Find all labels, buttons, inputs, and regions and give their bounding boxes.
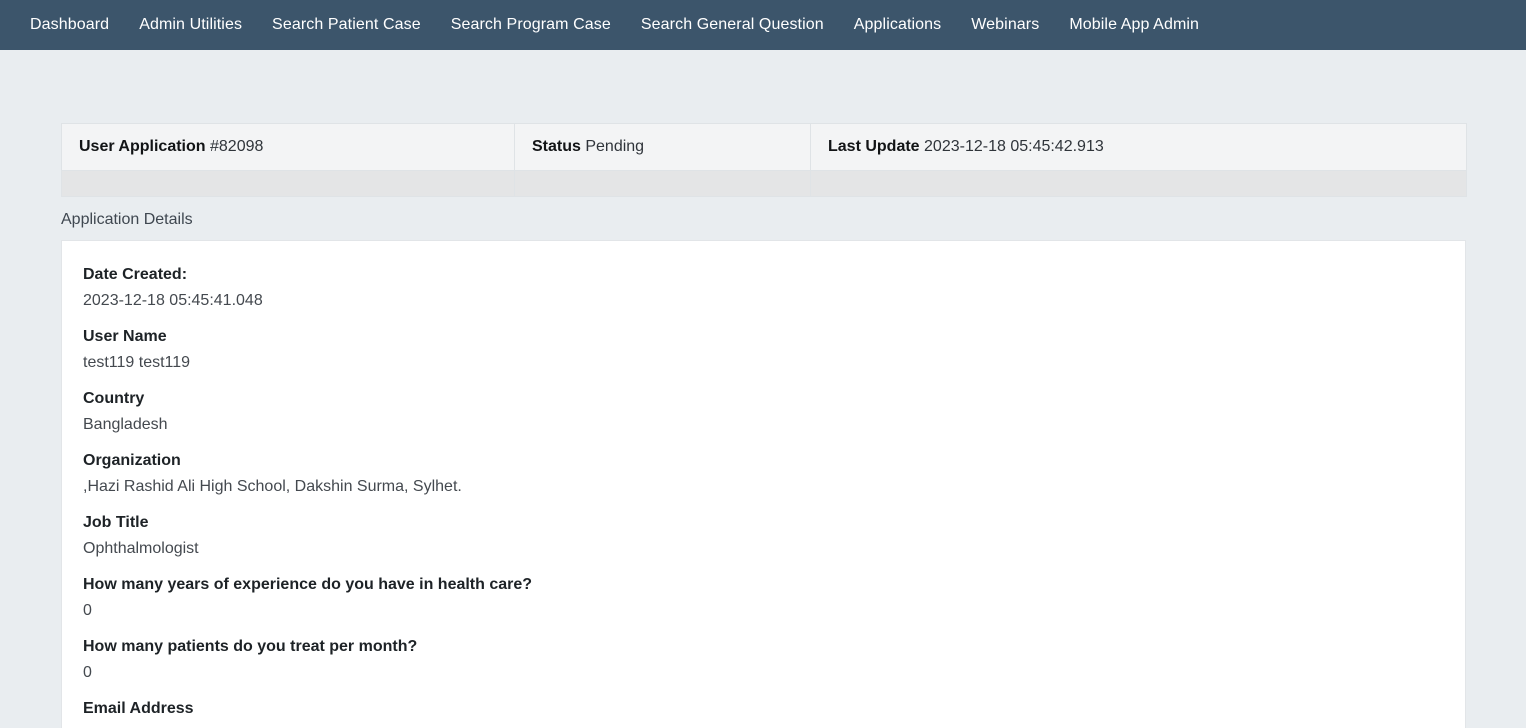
field-label: User Name [83,324,1444,350]
page-title: Application Details [61,210,1526,230]
field-label: Country [83,386,1444,412]
nav-item-dashboard[interactable]: Dashboard [15,0,124,50]
field-patients-per-month: How many patients do you treat per month… [83,634,1444,686]
nav-item-mobile-app-admin[interactable]: Mobile App Admin [1054,0,1214,50]
application-id-cell: User Application #82098 [62,124,515,171]
field-value: 2023-12-18 05:45:41.048 [83,288,1444,314]
field-label: Email Address [83,696,1444,722]
last-update-value: 2023-12-18 05:45:42.913 [924,138,1104,155]
nav-item-search-program-case[interactable]: Search Program Case [436,0,626,50]
field-value: Ophthalmologist [83,536,1444,562]
field-value: ,Hazi Rashid Ali High School, Dakshin Su… [83,474,1444,500]
status-cell: Status Pending [515,124,811,171]
field-organization: Organization ,Hazi Rashid Ali High Schoo… [83,448,1444,500]
field-email-address: Email Address [83,696,1444,722]
main-navigation-bar: Dashboard Admin Utilities Search Patient… [0,0,1526,50]
application-id-label: User Application [79,138,206,155]
nav-item-admin-utilities[interactable]: Admin Utilities [124,0,257,50]
field-label: How many patients do you treat per month… [83,634,1444,660]
last-update-cell-empty [811,171,1467,197]
field-job-title: Job Title Ophthalmologist [83,510,1444,562]
application-id-value: #82098 [210,138,263,155]
field-value: 0 [83,660,1444,686]
table-row: User Application #82098 Status Pending L… [62,124,1467,171]
last-update-label: Last Update [828,138,920,155]
field-date-created: Date Created: 2023-12-18 05:45:41.048 [83,262,1444,314]
field-years-experience: How many years of experience do you have… [83,572,1444,624]
field-label: Date Created: [83,262,1444,288]
field-value: Bangladesh [83,412,1444,438]
nav-item-webinars[interactable]: Webinars [956,0,1054,50]
field-label: Organization [83,448,1444,474]
status-label: Status [532,138,581,155]
nav-item-applications[interactable]: Applications [839,0,956,50]
application-details-card: Date Created: 2023-12-18 05:45:41.048 Us… [61,240,1466,728]
application-summary-table: User Application #82098 Status Pending L… [61,123,1467,197]
nav-item-search-general-question[interactable]: Search General Question [626,0,839,50]
field-value: 0 [83,598,1444,624]
application-id-cell-empty [62,171,515,197]
field-label: Job Title [83,510,1444,536]
field-value: test119 test119 [83,350,1444,376]
status-badge: Pending [585,138,644,155]
table-row [62,171,1467,197]
field-user-name: User Name test119 test119 [83,324,1444,376]
last-update-cell: Last Update 2023-12-18 05:45:42.913 [811,124,1467,171]
application-summary-wrapper: User Application #82098 Status Pending L… [61,123,1466,197]
nav-item-search-patient-case[interactable]: Search Patient Case [257,0,436,50]
page-content: User Application #82098 Status Pending L… [0,123,1526,728]
field-label: How many years of experience do you have… [83,572,1444,598]
field-country: Country Bangladesh [83,386,1444,438]
status-cell-empty [515,171,811,197]
